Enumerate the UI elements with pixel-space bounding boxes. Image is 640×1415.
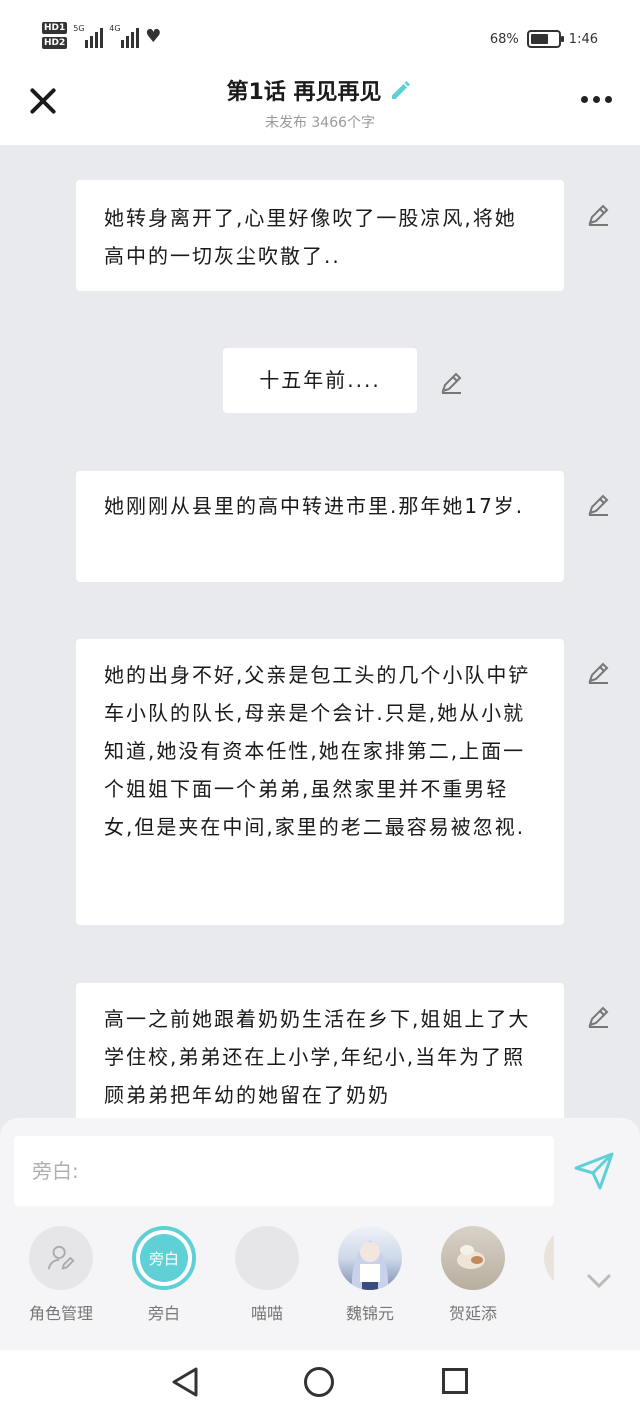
story-card[interactable]: 她刚刚从县里的高中转进市里.那年她17岁.: [76, 471, 564, 582]
clock: 1:46: [568, 31, 598, 47]
story-card[interactable]: 她转身离开了,心里好像吹了一股凉风,将她高中的一切灰尘吹散了..: [76, 180, 564, 291]
avatar: [338, 1226, 402, 1290]
role-partial[interactable]: [524, 1226, 554, 1290]
chapter-status: 未发布 3466个字: [264, 115, 376, 131]
story-card[interactable]: 十五年前....: [223, 348, 417, 413]
battery-percent: 68%: [489, 31, 519, 47]
role-label: 贺延添: [448, 1304, 497, 1323]
chapter-title-row[interactable]: 第1话 再见再见: [227, 74, 414, 106]
avatar: [441, 1226, 505, 1290]
back-triangle-icon[interactable]: [170, 1366, 200, 1398]
card-text: 她的出身不好,父亲是包工头的几个小队中铲车小队的队长,母亲是个会计.只是,她从小…: [104, 663, 531, 839]
role-narrator[interactable]: 旁白 旁白: [112, 1226, 216, 1324]
signal-5g-label: 5G: [73, 24, 85, 33]
battery-icon: [526, 30, 564, 48]
title-block: 第1话 再见再见 未发布 3466个字: [0, 74, 640, 132]
chapter-title: 第1话 再见再见: [226, 80, 382, 105]
edit-pencil-icon[interactable]: [585, 492, 611, 518]
card-text: 高一之前她跟着奶奶生活在乡下,姐姐上了大学住校,弟弟还在上小学,年纪小,当年为了…: [104, 1007, 531, 1107]
heart-rate-icon: ♥: [145, 26, 162, 47]
narration-input[interactable]: [14, 1136, 554, 1206]
role-label: 旁白: [147, 1304, 180, 1323]
signal-4g-icon: 4G: [109, 22, 140, 48]
avatar: [544, 1226, 554, 1290]
card-text: 她转身离开了,心里好像吹了一股凉风,将她高中的一切灰尘吹散了..: [104, 206, 517, 268]
editor-header: 第1话 再见再见 未发布 3466个字: [0, 70, 640, 145]
hd1-badge: HD1: [42, 22, 68, 34]
chevron-down-icon[interactable]: [586, 1268, 612, 1294]
edit-pencil-icon[interactable]: [585, 202, 611, 228]
send-icon[interactable]: [572, 1148, 616, 1192]
signal-5g-icon: 5G: [73, 22, 104, 48]
hd2-badge: HD2: [42, 37, 68, 49]
avatar: [235, 1226, 299, 1290]
more-options-icon[interactable]: [581, 96, 612, 103]
user-edit-icon: [47, 1245, 75, 1270]
card-text: 她刚刚从县里的高中转进市里.那年她17岁.: [104, 494, 525, 518]
role-manage[interactable]: 角色管理: [9, 1226, 113, 1324]
role-selector: 角色管理 旁白 旁白 喵喵 魏锦元 贺延添: [0, 1226, 640, 1336]
role-heyantian[interactable]: 贺延添: [421, 1226, 525, 1324]
signal-4g-label: 4G: [109, 24, 121, 33]
edit-pencil-icon[interactable]: [438, 370, 464, 396]
avatar: 旁白: [132, 1226, 196, 1290]
story-card[interactable]: 高一之前她跟着奶奶生活在乡下,姐姐上了大学住校,弟弟还在上小学,年纪小,当年为了…: [76, 983, 564, 1133]
role-label: 角色管理: [28, 1304, 93, 1323]
story-card[interactable]: 她的出身不好,父亲是包工头的几个小队中铲车小队的队长,母亲是个会计.只是,她从小…: [76, 639, 564, 925]
recent-apps-square-icon[interactable]: [442, 1368, 468, 1394]
edit-pencil-icon[interactable]: [585, 1004, 611, 1030]
role-miaomiao[interactable]: 喵喵: [215, 1226, 319, 1324]
home-circle-icon[interactable]: [304, 1367, 334, 1397]
edit-pencil-icon[interactable]: [585, 660, 611, 686]
composer-panel: 角色管理 旁白 旁白 喵喵 魏锦元 贺延添: [0, 1118, 640, 1350]
status-left: HD1 HD2 5G 4G ♥: [42, 22, 161, 49]
edit-title-pencil-icon[interactable]: [389, 78, 413, 102]
system-nav-bar: [0, 1350, 640, 1415]
role-label: 魏锦元: [345, 1304, 394, 1323]
status-bar: HD1 HD2 5G 4G ♥ 68% 1:46: [0, 0, 640, 70]
status-right: 68% 1:46: [490, 30, 598, 48]
card-text: 十五年前....: [259, 368, 381, 392]
role-weijinyuan[interactable]: 魏锦元: [318, 1226, 422, 1324]
avatar-text: 旁白: [140, 1234, 188, 1282]
avatar: [29, 1226, 93, 1290]
role-label: 喵喵: [250, 1304, 283, 1323]
hd-indicators: HD1 HD2: [42, 22, 68, 49]
battery-fill: [530, 34, 549, 44]
